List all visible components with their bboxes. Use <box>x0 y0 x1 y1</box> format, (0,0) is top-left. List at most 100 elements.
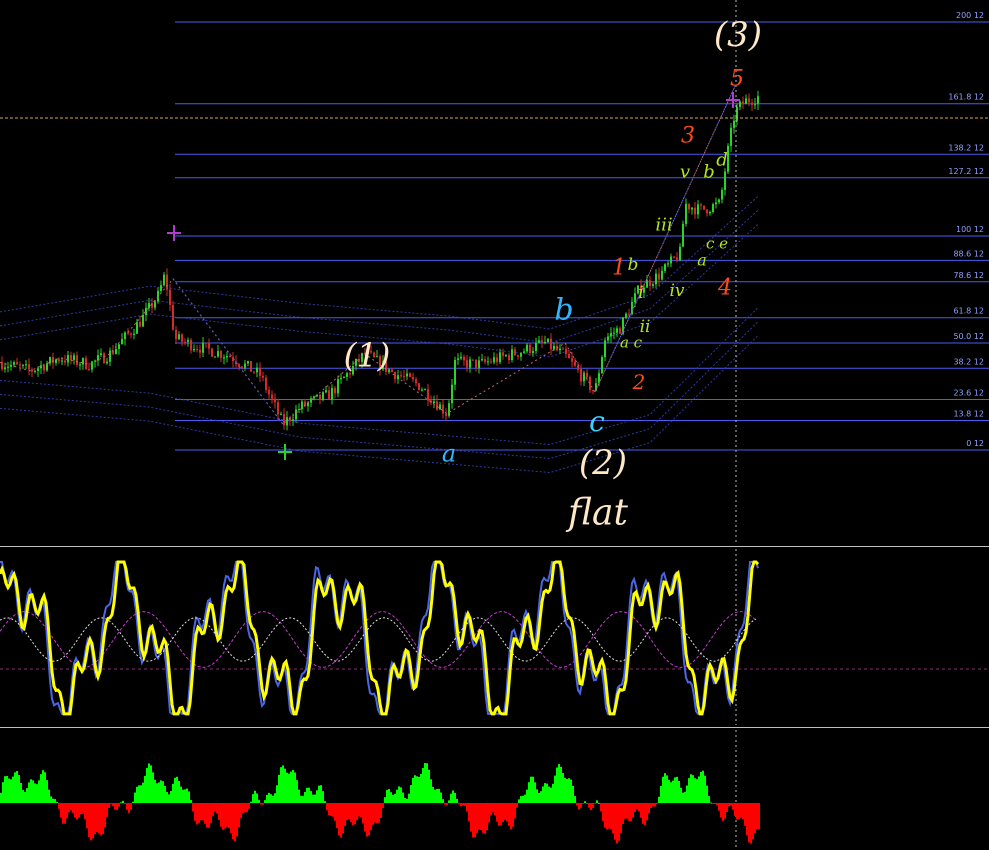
candle-body[interactable] <box>478 360 480 368</box>
histogram-bar[interactable] <box>440 792 442 803</box>
histogram-bar[interactable] <box>550 787 552 803</box>
histogram-bar[interactable] <box>730 803 732 806</box>
candle-body[interactable] <box>118 344 120 349</box>
histogram-bar[interactable] <box>2 782 4 803</box>
candle-body[interactable] <box>547 338 549 342</box>
histogram-bar[interactable] <box>376 803 378 824</box>
candle-body[interactable] <box>22 364 24 366</box>
histogram-bar[interactable] <box>4 776 6 803</box>
candle-body[interactable] <box>493 357 495 363</box>
candle-body[interactable] <box>721 189 723 200</box>
histogram-bar[interactable] <box>682 792 684 803</box>
histogram-bar[interactable] <box>414 775 416 803</box>
histogram-bar[interactable] <box>624 803 626 819</box>
candle-body[interactable] <box>19 364 21 366</box>
histogram-panel[interactable] <box>0 730 989 850</box>
candle-body[interactable] <box>403 376 405 378</box>
histogram-bar[interactable] <box>196 803 198 825</box>
histogram-bar[interactable] <box>266 794 268 803</box>
histogram-bar[interactable] <box>650 803 652 808</box>
candle-body[interactable] <box>259 367 261 376</box>
histogram-bar[interactable] <box>496 803 498 822</box>
histogram-bar[interactable] <box>436 788 438 803</box>
candle-body[interactable] <box>391 369 393 373</box>
histogram-bar[interactable] <box>270 794 272 803</box>
histogram-bar[interactable] <box>560 766 562 803</box>
candle-body[interactable] <box>91 361 93 370</box>
histogram-bar[interactable] <box>348 803 350 820</box>
histogram-bar[interactable] <box>396 789 398 803</box>
histogram-bar[interactable] <box>26 788 28 803</box>
histogram-bar[interactable] <box>590 803 592 811</box>
histogram-bar[interactable] <box>72 803 74 813</box>
candle-body[interactable] <box>673 256 675 258</box>
histogram-bar[interactable] <box>558 764 560 803</box>
candle-body[interactable] <box>100 353 102 356</box>
histogram-bar[interactable] <box>704 775 706 803</box>
histogram-bar[interactable] <box>374 803 376 823</box>
candle-body[interactable] <box>250 361 252 372</box>
candle-body[interactable] <box>733 120 735 128</box>
candle-body[interactable] <box>412 376 414 380</box>
histogram-bar[interactable] <box>188 791 190 803</box>
histogram-bar[interactable] <box>662 776 664 803</box>
candle-body[interactable] <box>148 302 150 309</box>
candle-body[interactable] <box>325 390 327 393</box>
histogram-bar[interactable] <box>36 784 38 803</box>
candle-body[interactable] <box>202 342 204 353</box>
histogram-bar[interactable] <box>314 794 316 803</box>
candle-body[interactable] <box>724 171 726 190</box>
histogram-bar[interactable] <box>498 803 500 826</box>
candle-body[interactable] <box>127 332 129 334</box>
histogram-bar[interactable] <box>64 803 66 824</box>
histogram-bar[interactable] <box>352 803 354 826</box>
histogram-bar[interactable] <box>676 776 678 803</box>
candle-body[interactable] <box>319 394 321 400</box>
candle-body[interactable] <box>331 388 333 400</box>
histogram-bar[interactable] <box>434 789 436 803</box>
histogram-bar[interactable] <box>232 803 234 840</box>
histogram-bar[interactable] <box>76 803 78 820</box>
histogram-bar[interactable] <box>390 792 392 803</box>
candle-body[interactable] <box>25 364 27 366</box>
candle-body[interactable] <box>199 349 201 353</box>
price-chart-panel[interactable]: 200 12 161.8 12 138.2 12 127.2 12 100 12 88.6… <box>0 0 989 545</box>
histogram-bar[interactable] <box>678 781 680 803</box>
histogram-bar[interactable] <box>442 799 444 803</box>
candle-body[interactable] <box>751 102 753 105</box>
histogram-bar[interactable] <box>696 779 698 803</box>
candle-body[interactable] <box>718 199 720 203</box>
oscillator-chart[interactable] <box>0 549 989 725</box>
histogram-bar[interactable] <box>52 798 54 803</box>
candle-body[interactable] <box>571 358 573 362</box>
candle-body[interactable] <box>187 339 189 342</box>
candle-body[interactable] <box>670 256 672 264</box>
candle-body[interactable] <box>697 204 699 215</box>
histogram-bar[interactable] <box>240 803 242 819</box>
candle-body[interactable] <box>145 308 147 315</box>
candle-body[interactable] <box>322 392 324 400</box>
histogram-bar[interactable] <box>552 783 554 803</box>
candle-body[interactable] <box>688 203 690 210</box>
candle-body[interactable] <box>649 280 651 286</box>
candle-body[interactable] <box>400 375 402 377</box>
candle-body[interactable] <box>7 366 9 368</box>
histogram-bar[interactable] <box>140 785 142 803</box>
histogram-bar[interactable] <box>690 774 692 803</box>
histogram-bar[interactable] <box>182 789 184 803</box>
histogram-bar[interactable] <box>242 803 244 814</box>
histogram-bar[interactable] <box>750 803 752 844</box>
candle-body[interactable] <box>652 284 654 286</box>
histogram-bar[interactable] <box>144 775 146 803</box>
histogram-bar[interactable] <box>58 803 60 809</box>
histogram-bar[interactable] <box>618 803 620 841</box>
candle-body[interactable] <box>34 370 36 372</box>
histogram-bar[interactable] <box>360 803 362 818</box>
histogram-bar[interactable] <box>494 803 496 816</box>
histogram-bar[interactable] <box>24 791 26 803</box>
histogram-bar[interactable] <box>488 803 490 823</box>
histogram-bar[interactable] <box>306 787 308 803</box>
histogram-bar[interactable] <box>280 767 282 803</box>
histogram-bar[interactable] <box>192 803 194 812</box>
candle-body[interactable] <box>655 273 657 285</box>
